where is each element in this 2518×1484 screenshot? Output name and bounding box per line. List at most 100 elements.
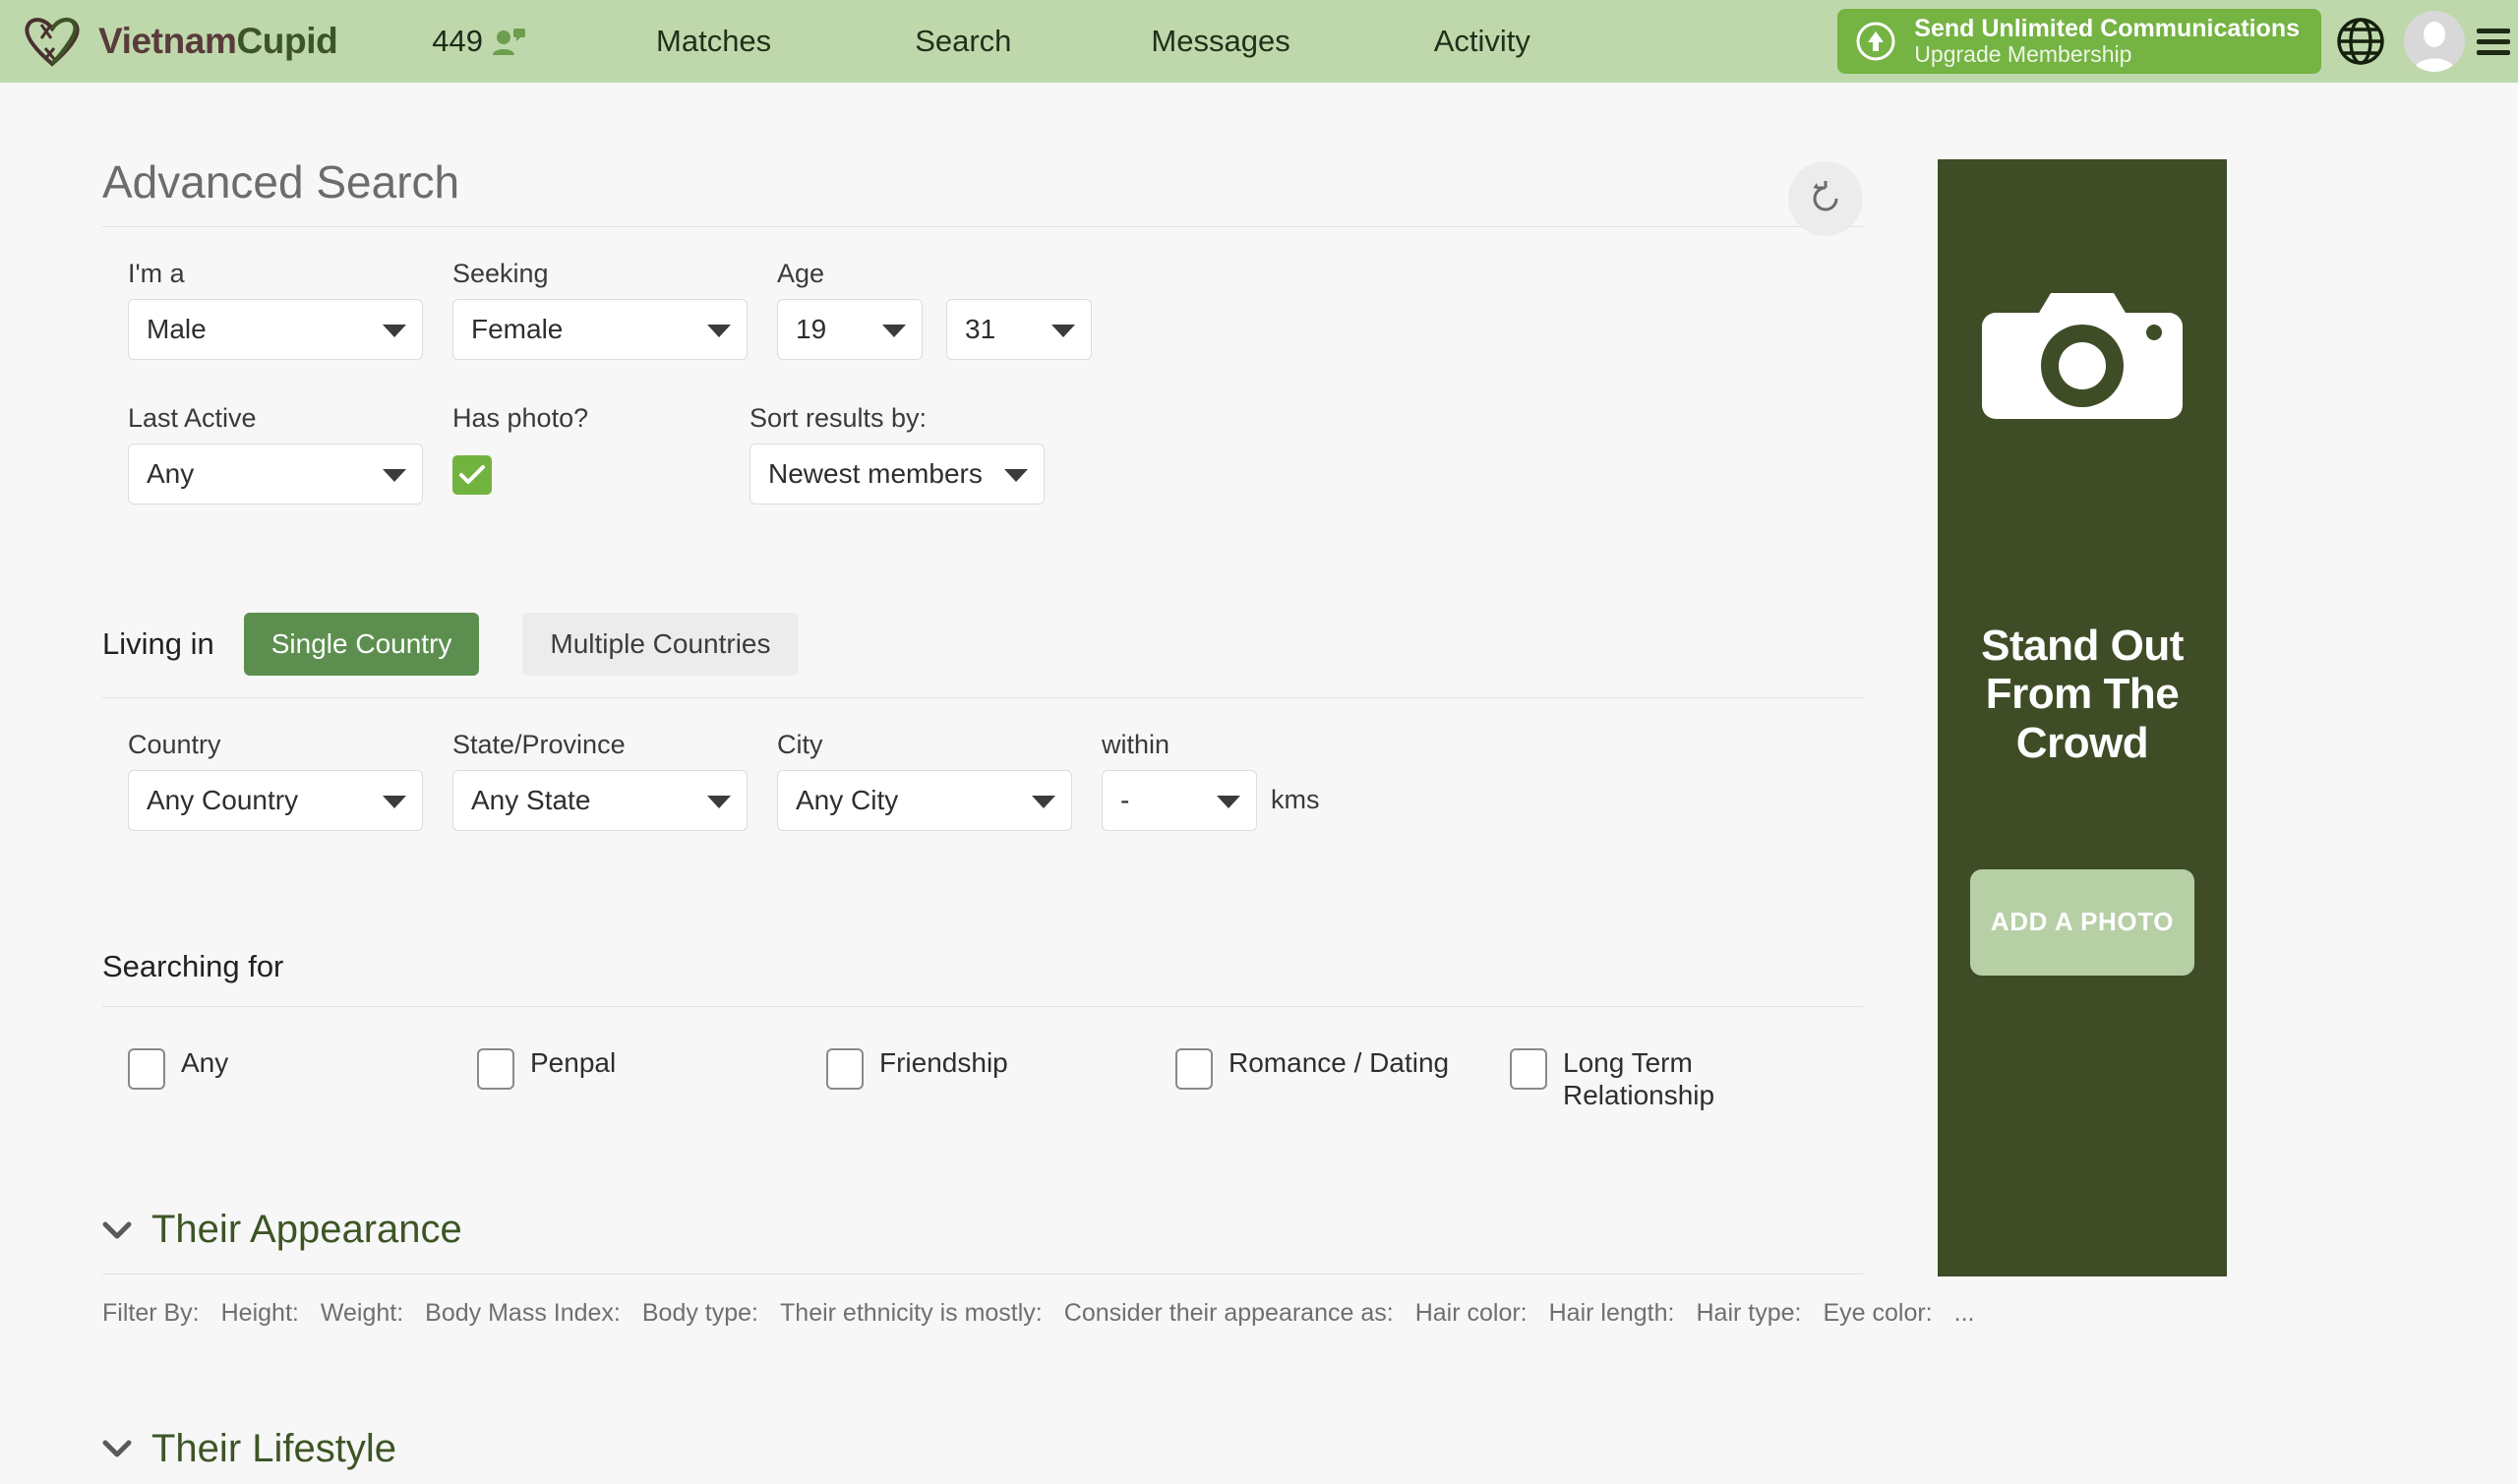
nav-item-messages[interactable]: Messages — [1123, 24, 1317, 59]
upgrade-title: Send Unlimited Communications — [1914, 15, 2300, 43]
chevron-down-icon — [1217, 796, 1240, 808]
chevron-down-icon — [882, 325, 906, 337]
has-photo-checkbox[interactable] — [452, 455, 492, 495]
hamburger-bar — [2477, 49, 2510, 55]
seeking-field: Seeking Female — [452, 259, 748, 360]
seeking-select[interactable]: Female — [452, 299, 748, 360]
age-to-value: 31 — [965, 314, 996, 344]
searching-for-option-any[interactable]: Any — [128, 1046, 477, 1111]
multiple-countries-toggle[interactable]: Multiple Countries — [522, 613, 799, 676]
chevron-down-icon — [1004, 469, 1028, 482]
brand-part1: Vietnam — [98, 21, 237, 61]
checkbox-icon[interactable] — [1510, 1048, 1547, 1090]
searching-for-option-long-term-relationship[interactable]: Long Term Relationship — [1510, 1046, 1844, 1111]
title-divider — [102, 226, 1863, 227]
sort-results-field: Sort results by: Newest members — [749, 403, 1045, 505]
chevron-down-icon — [707, 796, 731, 808]
state-field: State/Province Any State — [452, 730, 748, 831]
hamburger-bar — [2477, 38, 2510, 44]
city-value: Any City — [796, 785, 899, 815]
filter-tag: Weight: — [320, 1299, 404, 1328]
single-country-toggle[interactable]: Single Country — [243, 613, 480, 676]
sort-results-select[interactable]: Newest members — [749, 444, 1045, 505]
filter-tag: ... — [1953, 1299, 1975, 1328]
seeking-value: Female — [471, 314, 564, 344]
filter-tag: Height: — [220, 1299, 299, 1328]
menu-hamburger-button[interactable] — [2477, 23, 2510, 61]
option-label: Romance / Dating — [1229, 1047, 1450, 1078]
living-in-label: Living in — [102, 626, 214, 661]
user-avatar[interactable] — [2404, 11, 2465, 72]
checkmark-icon — [459, 465, 485, 484]
upgrade-subtitle: Upgrade Membership — [1914, 41, 2132, 68]
filter-tag: Hair type: — [1696, 1299, 1802, 1328]
arrow-up-circle-icon — [1856, 22, 1895, 61]
age-label: Age — [777, 259, 825, 288]
checkbox-icon[interactable] — [128, 1048, 165, 1090]
country-field: Country Any Country — [128, 730, 423, 831]
page-body: Advanced Search I'm a Male Seeking Femal… — [0, 83, 2518, 1484]
filter-tag: Body Mass Index: — [425, 1299, 621, 1328]
nav-item-search[interactable]: Search — [887, 24, 1039, 59]
add-a-photo-button[interactable]: ADD A PHOTO — [1970, 868, 2194, 976]
camera-icon — [1982, 293, 2183, 419]
globe-language-icon[interactable] — [2335, 16, 2386, 67]
advanced-search-panel: Advanced Search I'm a Male Seeking Femal… — [0, 83, 1974, 1484]
age-from-value: 19 — [796, 314, 827, 344]
filter-tag: Filter By: — [102, 1299, 200, 1328]
checkbox-icon[interactable] — [1175, 1048, 1213, 1090]
city-field: City Any City — [777, 730, 1072, 831]
sort-results-label: Sort results by: — [749, 403, 928, 433]
filter-tag: Hair color: — [1414, 1299, 1528, 1328]
city-select[interactable]: Any City — [777, 770, 1072, 831]
country-select[interactable]: Any Country — [128, 770, 423, 831]
option-label: Any — [181, 1047, 229, 1078]
state-select[interactable]: Any State — [452, 770, 748, 831]
sort-results-value: Newest members — [768, 458, 983, 489]
accordion-filter-tags-appearance: Filter By: Height: Weight: Body Mass Index:… — [102, 1296, 1974, 1331]
last-active-select[interactable]: Any — [128, 444, 423, 505]
hamburger-bar — [2477, 28, 2510, 33]
upgrade-membership-button[interactable]: Send Unlimited Communications Upgrade Me… — [1837, 9, 2321, 74]
basic-criteria-row-2: Last Active Any Has photo? Sort results … — [128, 403, 1928, 505]
basic-criteria-row-1: I'm a Male Seeking Female Age 19 31 — [128, 259, 1928, 360]
searching-for-label: Searching for — [102, 949, 284, 983]
within-label: within — [1102, 730, 1170, 759]
within-distance-select[interactable]: - — [1102, 770, 1257, 831]
nav-item-matches[interactable]: Matches — [629, 24, 799, 59]
checkbox-icon[interactable] — [477, 1048, 514, 1090]
last-active-field: Last Active Any — [128, 403, 423, 505]
checkbox-icon[interactable] — [826, 1048, 864, 1090]
within-value: - — [1120, 785, 1130, 815]
filter-tag: Eye color: — [1823, 1299, 1933, 1328]
brand-logo-link[interactable]: VietnamCupid — [22, 15, 338, 68]
within-field: within - — [1102, 730, 1257, 831]
searching-for-option-friendship[interactable]: Friendship — [826, 1046, 1175, 1111]
online-members-counter[interactable]: 449 — [432, 24, 526, 59]
chevron-down-icon — [383, 796, 406, 808]
im-a-select[interactable]: Male — [128, 299, 423, 360]
accordion-their-appearance: Their Appearance Filter By: Height: Weight… — [102, 1208, 1974, 1331]
has-photo-label: Has photo? — [452, 403, 589, 433]
state-label: State/Province — [452, 730, 626, 759]
accordion-header-their-lifestyle[interactable]: Their Lifestyle — [102, 1427, 1863, 1471]
has-photo-field: Has photo? — [452, 403, 777, 505]
state-value: Any State — [471, 785, 591, 815]
age-from-select[interactable]: 19 — [777, 299, 923, 360]
age-to-select[interactable]: 31 — [946, 299, 1092, 360]
accordion-header-their-appearance[interactable]: Their Appearance — [102, 1208, 1863, 1252]
brand-part2: Cupid — [236, 21, 338, 61]
im-a-label: I'm a — [128, 259, 185, 288]
searching-for-option-romance-dating[interactable]: Romance / Dating — [1175, 1046, 1510, 1111]
seeking-label: Seeking — [452, 259, 549, 288]
reset-search-button[interactable] — [1788, 161, 1863, 236]
living-in-divider — [102, 697, 1863, 698]
last-active-label: Last Active — [128, 403, 257, 433]
searching-for-option-penpal[interactable]: Penpal — [477, 1046, 826, 1111]
online-count-value: 449 — [432, 24, 484, 58]
im-a-value: Male — [147, 314, 207, 344]
brand-title: VietnamCupid — [98, 21, 338, 62]
heart-logo-icon — [25, 17, 80, 67]
searching-for-divider — [102, 1006, 1863, 1007]
nav-item-activity[interactable]: Activity — [1407, 24, 1558, 59]
